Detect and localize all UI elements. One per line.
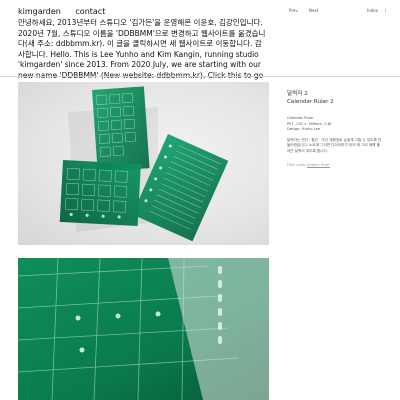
title-english: Calendar Ruler 2 bbox=[287, 99, 334, 105]
info-link[interactable]: i bbox=[385, 8, 386, 13]
ruler-bottom bbox=[59, 160, 141, 226]
index-link[interactable]: Index bbox=[367, 8, 378, 13]
product-photo-2 bbox=[18, 258, 269, 400]
index-nav: Index i bbox=[367, 8, 392, 13]
pager: Prev Next bbox=[289, 8, 328, 13]
filed-under-label: Filed under bbox=[287, 162, 306, 167]
product-photo-1 bbox=[18, 82, 269, 245]
ruler-left bbox=[92, 86, 150, 172]
filed-under: Filed under Graphic Ruler bbox=[287, 163, 382, 168]
top-nav: kimgarden contact bbox=[18, 7, 117, 16]
title-korean: 달력자 2 bbox=[287, 91, 308, 97]
studio-notice-link[interactable]: 안녕하세요, 2013년부터 스튜디오 '김가든'을 운영해온 이윤호, 김강인… bbox=[18, 18, 268, 92]
category-link[interactable]: Graphic Ruler bbox=[307, 163, 330, 167]
brand-link[interactable]: kimgarden bbox=[18, 7, 61, 16]
spec-design: Design: Yunho Lee bbox=[287, 127, 321, 132]
project-description: 달력자는 연간 · 월간 · 주간 계획표로 손쉽게 그릴 수 있도록 만들어졌… bbox=[287, 137, 382, 153]
header-divider bbox=[0, 76, 400, 77]
next-link[interactable]: Next bbox=[309, 8, 318, 13]
project-caption: 달력자 2 Calendar Ruler 2 Calendar Ruler PE… bbox=[287, 90, 382, 168]
prev-link[interactable]: Prev bbox=[289, 8, 298, 13]
contact-link[interactable]: contact bbox=[75, 7, 105, 16]
